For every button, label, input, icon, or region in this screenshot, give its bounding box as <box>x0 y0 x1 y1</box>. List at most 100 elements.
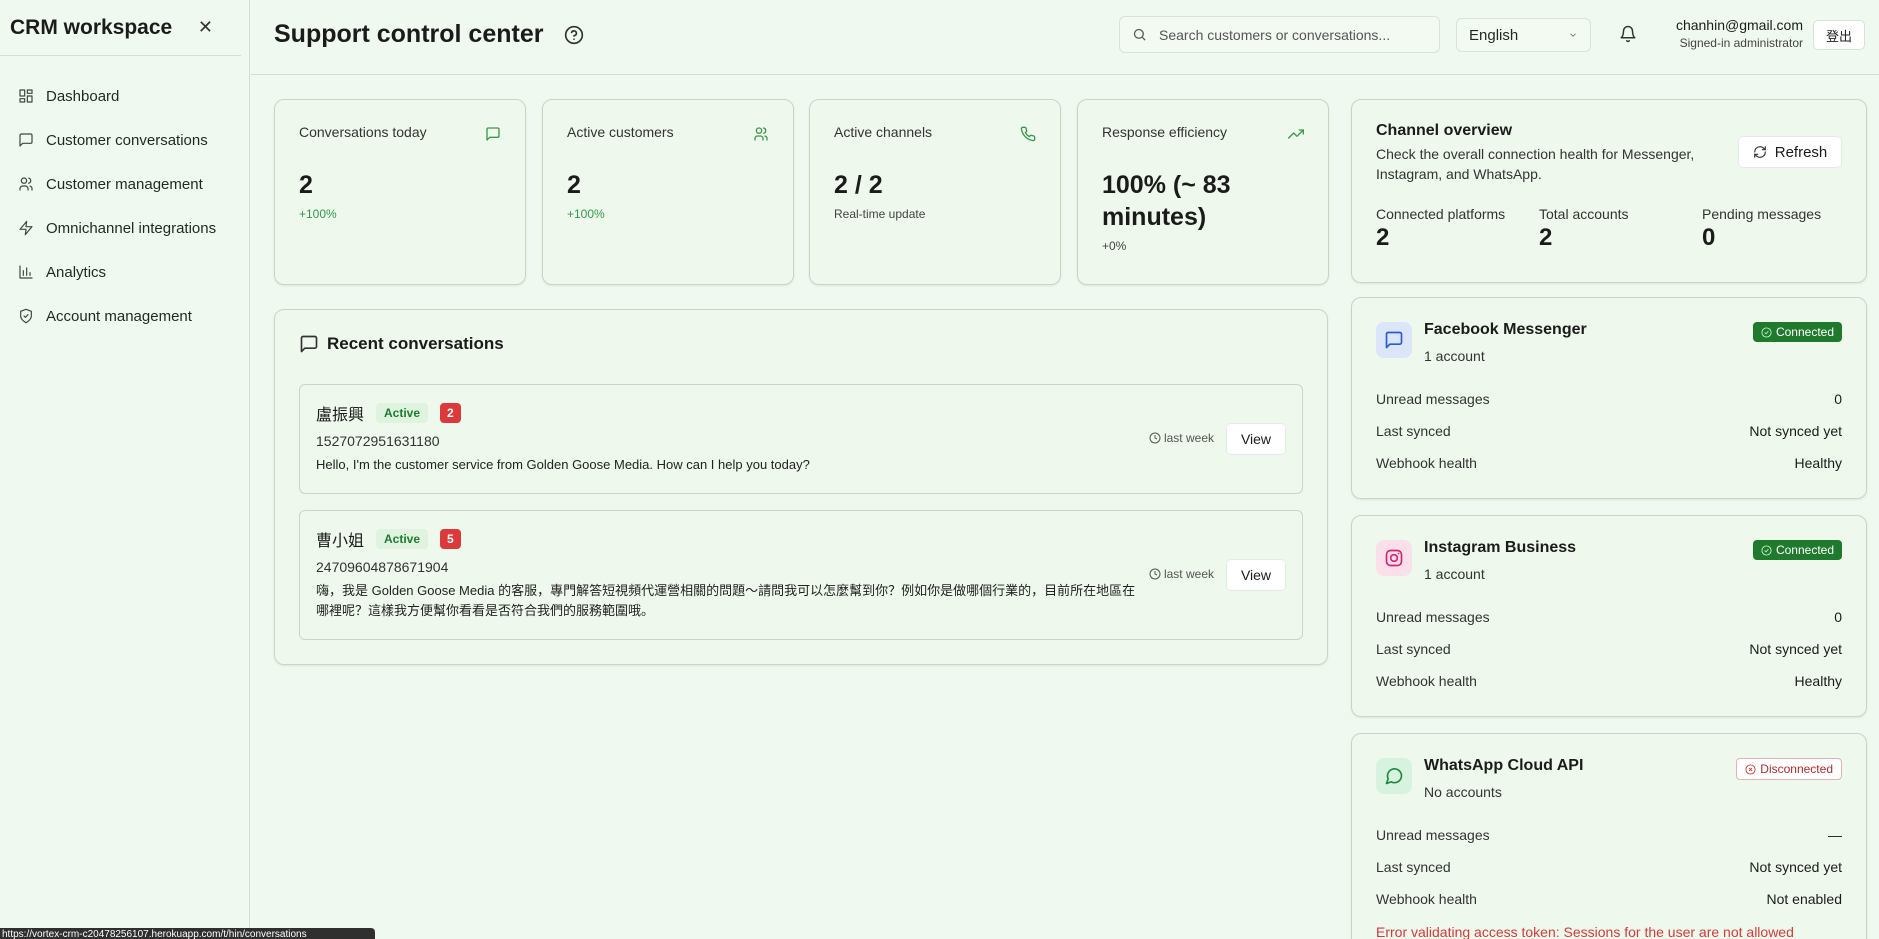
chat-icon <box>300 335 318 353</box>
language-value: English <box>1469 26 1519 44</box>
clock-icon <box>1149 432 1161 444</box>
overview-stat-label: Pending messages <box>1702 206 1822 222</box>
channel-accounts: 1 account <box>1424 566 1485 582</box>
phone-icon <box>1020 126 1036 142</box>
channel-accounts: No accounts <box>1424 784 1502 800</box>
dashboard-icon <box>19 89 33 103</box>
x-circle-icon <box>1745 763 1756 775</box>
metric-row: Unread messages — <box>1376 827 1842 859</box>
whatsapp-icon <box>1376 758 1412 794</box>
trending-up-icon <box>1288 129 1304 139</box>
stat-card-conversations: Conversations today 2 +100% <box>274 99 526 285</box>
section-description: Check the overall connection health for … <box>1376 146 1695 182</box>
sidebar-item-conversations[interactable]: Customer conversations <box>0 118 249 162</box>
stat-change: +0% <box>1102 239 1127 253</box>
metric-value: Not synced yet <box>1749 423 1842 439</box>
section-title: Recent conversations <box>327 334 504 353</box>
metric-label: Unread messages <box>1376 391 1490 407</box>
overview-stat-value: 2 <box>1539 224 1553 251</box>
status-label: Connected <box>1775 543 1834 557</box>
stat-change: +100% <box>299 207 337 221</box>
stat-value: 2 / 2 <box>834 171 883 199</box>
stat-card-customers: Active customers 2 +100% <box>542 99 794 285</box>
conversation-time: last week <box>1149 567 1214 581</box>
search-input[interactable] <box>1159 26 1419 43</box>
channel-overview-panel: Channel overview Check the overall conne… <box>1351 99 1867 283</box>
help-icon[interactable] <box>564 25 584 45</box>
metric-row: Last synced Not synced yet <box>1376 641 1842 673</box>
user-email: chanhin@gmail.com <box>1675 17 1803 33</box>
channel-error-message: Error validating access token: Sessions … <box>1376 924 1794 939</box>
metric-label: Webhook health <box>1376 891 1477 907</box>
user-info: chanhin@gmail.com Signed-in administrato… <box>1659 17 1803 50</box>
sidebar-item-accounts[interactable]: Account management <box>0 294 249 338</box>
metric-label: Webhook health <box>1376 455 1477 471</box>
search-box[interactable] <box>1119 16 1440 53</box>
metric-value: Not synced yet <box>1749 859 1842 875</box>
overview-stats: Connected platforms 2 Total accounts 2 P… <box>1376 206 1865 252</box>
conversation-item[interactable]: 曹小姐 Active 5 24709604878671904 嗨，我是 Gold… <box>299 510 1303 640</box>
refresh-button[interactable]: Refresh <box>1738 136 1842 168</box>
refresh-label: Refresh <box>1774 143 1828 161</box>
sidebar-item-label: Omnichannel integrations <box>46 219 217 237</box>
metric-value: 0 <box>1834 391 1842 407</box>
sidebar-item-customers[interactable]: Customer management <box>0 162 249 206</box>
stat-value: 2 <box>567 171 581 199</box>
overview-stat-value: 2 <box>1376 224 1390 251</box>
unread-count-badge: 2 <box>440 403 461 423</box>
sidebar-item-dashboard[interactable]: Dashboard <box>0 74 249 118</box>
time-label: last week <box>1163 567 1214 581</box>
channel-card-whatsapp: WhatsApp Cloud API No accounts Disconnec… <box>1351 733 1867 939</box>
metric-value: Not enabled <box>1766 891 1842 907</box>
top-header: Support control center English chanhin@g… <box>251 0 1879 75</box>
metric-row: Unread messages 0 <box>1376 609 1842 641</box>
sidebar: CRM workspace ✕ Dashboard Customer conve… <box>0 0 250 939</box>
status-badge: Active <box>376 529 429 549</box>
overview-stat: Connected platforms 2 <box>1376 206 1539 252</box>
stat-value: 100% (~ 83 minutes) <box>1102 171 1231 231</box>
bell-icon[interactable] <box>1619 25 1637 43</box>
bolt-icon <box>19 220 33 236</box>
user-role: Signed-in administrator <box>1679 36 1803 50</box>
messenger-icon <box>1376 322 1412 358</box>
sidebar-item-label: Customer conversations <box>46 131 208 149</box>
unread-count-badge: 5 <box>440 529 461 549</box>
users-icon <box>19 177 33 191</box>
status-label: Connected <box>1775 325 1834 339</box>
channel-card-messenger: Facebook Messenger 1 account Connected U… <box>1351 297 1867 499</box>
stat-card-channels: Active channels 2 / 2 Real-time update <box>809 99 1061 285</box>
metric-value: 0 <box>1834 609 1842 625</box>
stat-label: Active channels <box>834 124 933 140</box>
sidebar-title: CRM workspace <box>10 15 173 39</box>
metric-row: Webhook health Healthy <box>1376 455 1842 487</box>
conversation-preview: Hello, I'm the customer service from Gol… <box>316 457 810 472</box>
view-button[interactable]: View <box>1226 559 1286 591</box>
language-select[interactable]: English <box>1456 18 1591 52</box>
stat-card-efficiency: Response efficiency 100% (~ 83 minutes) … <box>1077 99 1329 285</box>
stat-label: Active customers <box>567 124 674 140</box>
metric-label: Unread messages <box>1376 827 1490 843</box>
sidebar-item-label: Account management <box>46 307 192 325</box>
sidebar-header: CRM workspace ✕ <box>0 0 241 56</box>
stat-label: Response efficiency <box>1102 124 1228 140</box>
conversation-preview: 嗨，我是 Golden Goose Media 的客服，專門解答短視頻代運營相關… <box>316 583 1136 618</box>
clock-icon <box>1149 568 1161 580</box>
customer-id: 1527072951631180 <box>316 433 440 449</box>
check-circle-icon <box>1761 326 1772 338</box>
metric-label: Last synced <box>1376 423 1451 439</box>
check-circle-icon <box>1761 544 1772 556</box>
channel-metrics: Unread messages 0 Last synced Not synced y… <box>1376 609 1842 705</box>
channel-card-instagram: Instagram Business 1 account Connected U… <box>1351 515 1867 717</box>
conversation-item[interactable]: 盧振興 Active 2 1527072951631180 Hello, I'm… <box>299 384 1303 494</box>
sidebar-item-integrations[interactable]: Omnichannel integrations <box>0 206 249 250</box>
logout-button[interactable]: 登出 <box>1813 20 1865 50</box>
view-button[interactable]: View <box>1226 423 1286 455</box>
metric-row: Webhook health Not enabled <box>1376 891 1842 923</box>
sidebar-item-analytics[interactable]: Analytics <box>0 250 249 294</box>
chat-icon <box>19 133 33 147</box>
metric-value: Not synced yet <box>1749 641 1842 657</box>
metric-row: Unread messages 0 <box>1376 391 1842 423</box>
close-icon[interactable]: ✕ <box>198 17 213 38</box>
browser-status-bar: https://vortex-crm-c20478256107.herokuap… <box>0 928 375 939</box>
stat-change: +100% <box>567 207 605 221</box>
